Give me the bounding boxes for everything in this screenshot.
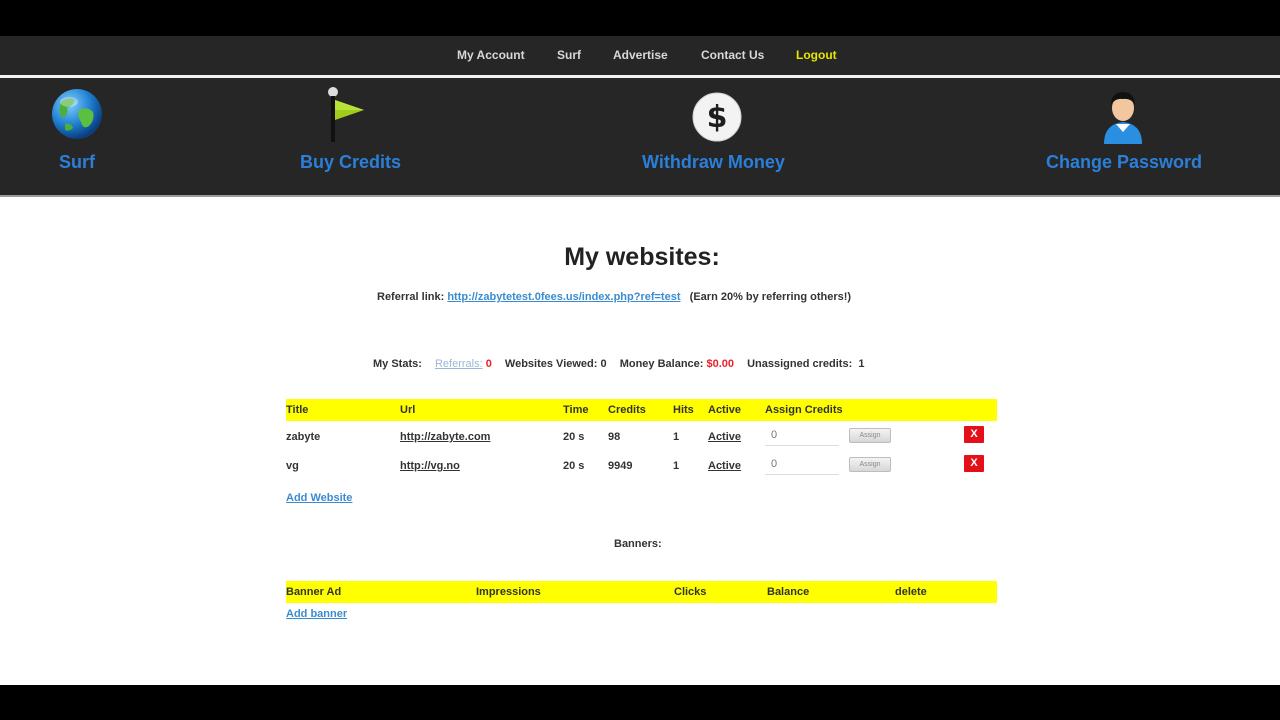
websites-table-header: Title Url Time Credits Hits Active Assig… [286,399,997,421]
assign-credits-input[interactable] [765,424,839,446]
unassigned-credits-label: Unassigned credits: [747,358,853,370]
dollar-icon: $ [692,92,742,142]
col-credits: Credits [608,404,646,416]
main-content: My websites: Referral link: http://zabyt… [0,197,1280,685]
nav-surf[interactable]: Surf [557,48,581,62]
bottom-letterbox [0,685,1280,720]
col-impressions: Impressions [476,586,541,598]
quick-link-withdraw-money[interactable]: $ Withdraw Money [638,78,798,195]
nav-advertise[interactable]: Advertise [613,48,668,62]
col-title: Title [286,404,309,416]
row-credits: 9949 [608,460,633,472]
quick-link-change-password[interactable]: Change Password [1042,78,1207,195]
referral-link[interactable]: http://zabytetest.0fees.us/index.php?ref… [447,291,680,303]
row-url-link[interactable]: http://vg.no [400,460,460,472]
quick-link-buy-credits[interactable]: Buy Credits [296,78,406,195]
referral-label: Referral link: [377,291,445,303]
col-active: Active [708,404,742,416]
row-time: 20 s [563,431,585,443]
my-stats: My Stats: Referrals: 0 Websites Viewed: … [373,358,864,370]
user-icon [1104,92,1142,144]
flag-icon [328,87,364,142]
stats-label: My Stats: [373,358,422,370]
referral-section: Referral link: http://zabytetest.0fees.u… [377,291,851,303]
assign-button[interactable]: Assign [849,428,891,443]
banners-heading: Banners: [614,538,662,550]
row-credits: 98 [608,431,621,443]
row-title: vg [286,460,299,472]
add-website-link[interactable]: Add Website [286,492,352,504]
svg-text:$: $ [707,100,728,135]
nav-contact-us[interactable]: Contact Us [701,48,764,62]
quick-link-surf-label: Surf [59,152,95,172]
money-balance-value: $0.00 [706,358,735,370]
referrals-value: 0 [485,358,492,370]
quick-link-surf[interactable]: Surf [40,78,120,195]
row-hits: 1 [673,460,680,472]
page-title: My websites: [564,243,720,271]
quick-link-withdraw-money-label: Withdraw Money [642,152,785,172]
top-nav: My Account Surf Advertise Contact Us Log… [0,36,1280,75]
globe-icon [52,89,102,139]
col-assign-credits: Assign Credits [765,404,843,416]
websites-viewed-label: Websites Viewed: [504,358,598,370]
table-row: vg http://vg.no 20 s 9949 1 Active Assig… [286,453,997,479]
quick-link-change-password-label: Change Password [1046,152,1203,172]
col-clicks: Clicks [674,586,707,598]
col-delete: delete [895,586,927,598]
money-balance-label: Money Balance: [619,358,704,370]
row-active-toggle[interactable]: Active [708,460,741,472]
delete-website-button[interactable]: X [964,455,984,472]
websites-viewed-value: 0 [600,358,607,370]
delete-website-button[interactable]: X [964,426,984,443]
referrals-link[interactable]: Referrals: [435,358,483,370]
col-url: Url [400,404,416,416]
row-time: 20 s [563,460,585,472]
assign-button[interactable]: Assign [849,457,891,472]
row-title: zabyte [286,431,321,443]
quick-link-buy-credits-label: Buy Credits [300,152,402,172]
row-active-toggle[interactable]: Active [708,431,741,443]
table-row: zabyte http://zabyte.com 20 s 98 1 Activ… [286,424,997,450]
col-banner-ad: Banner Ad [286,586,342,598]
referral-note: (Earn 20% by referring others!) [689,291,852,303]
row-hits: 1 [673,431,680,443]
add-banner-link[interactable]: Add banner [286,608,347,620]
quick-links-bar: Surf Buy Credits $ Withdraw Money Change… [0,78,1280,195]
nav-my-account[interactable]: My Account [457,48,525,62]
col-time: Time [563,404,589,416]
unassigned-credits-value: 1 [858,358,865,370]
col-hits: Hits [673,404,694,416]
banners-table-header: Banner Ad Impressions Clicks Balance del… [286,581,997,603]
nav-logout[interactable]: Logout [796,48,837,62]
assign-credits-input[interactable] [765,453,839,475]
col-balance: Balance [767,586,810,598]
row-url-link[interactable]: http://zabyte.com [400,431,490,443]
